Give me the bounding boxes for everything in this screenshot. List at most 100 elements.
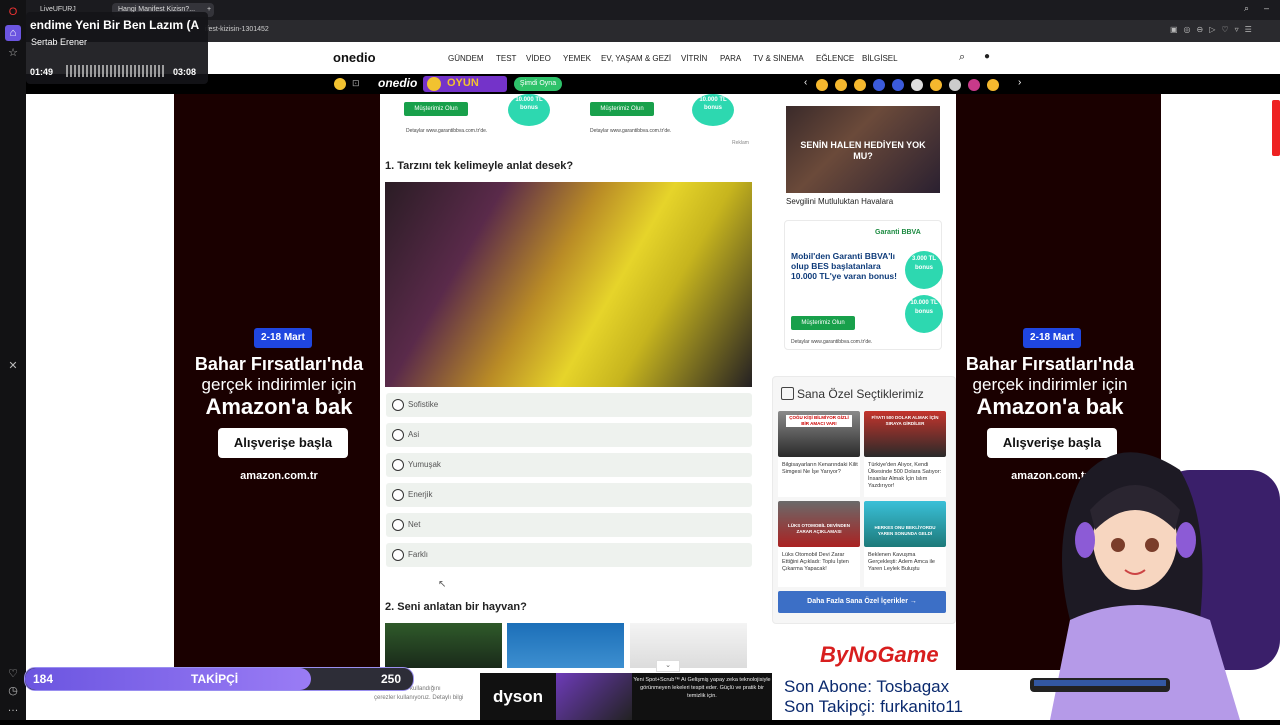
strip-game-label[interactable]: OYUN: [447, 77, 479, 89]
promo-image[interactable]: SENİN HALEN HEDİYEN YOK MU?: [786, 106, 940, 193]
nav-item-video[interactable]: VİDEO: [526, 54, 551, 63]
nav-item-para[interactable]: PARA: [720, 54, 741, 63]
pick-thumbnail: HERKES ONU BEKLİYORDU YAREN SONUNDA GELD…: [864, 501, 946, 547]
bynogame-logo[interactable]: ByNoGame: [820, 642, 939, 668]
ad-customer-button[interactable]: Müşterimiz Olun: [404, 102, 468, 116]
top-ad-left[interactable]: Müşterimiz Olun 10.000 TL bonus Detaylar…: [386, 94, 566, 144]
garanti-ad-text: Mobil'den Garanti BBVA'lı olup BES başla…: [791, 251, 897, 281]
answer-option[interactable]: Farklı: [386, 543, 752, 567]
play-now-button[interactable]: Şimdi Oyna: [514, 77, 562, 91]
left-side-ad[interactable]: 2-18 Mart Bahar Fırsatları'nda gerçek in…: [174, 94, 380, 670]
chevron-down-icon[interactable]: ⌄: [656, 660, 680, 672]
user-icon[interactable]: ●: [984, 51, 990, 62]
heart-icon[interactable]: ♡: [5, 666, 21, 682]
song-artist: Sertab Erener: [31, 37, 88, 47]
answer-option[interactable]: Asi: [386, 423, 752, 447]
pick-overlay: HERKES ONU BEKLİYORDU YAREN SONUNDA GELD…: [874, 525, 936, 536]
radio-button[interactable]: [392, 519, 404, 531]
minimize-icon[interactable]: –: [1264, 3, 1269, 13]
pick-overlay: FİYATI 500 DOLAR ALMAK İÇİN SIRAYA GİRDİ…: [871, 415, 939, 426]
answer-option-label: Net: [408, 520, 421, 529]
more-icon[interactable]: …: [5, 700, 21, 716]
game-icon[interactable]: [334, 78, 346, 90]
search-icon[interactable]: ⌕: [959, 51, 965, 64]
dyson-product-image: [556, 673, 632, 720]
nav-item-bilgisel[interactable]: BİLGİSEL: [862, 54, 898, 63]
opera-logo-icon[interactable]: O: [5, 4, 21, 20]
follower-label: TAKİPÇİ: [191, 672, 239, 686]
chevron-left-icon[interactable]: ‹: [804, 77, 807, 88]
pick-thumbnail: ÇOĞU KİŞİ BİLMİYOR GİZLİ BİR AMACI VAR!: [778, 411, 860, 457]
radio-button[interactable]: [392, 429, 404, 441]
question-1-title: 1. Tarzını tek kelimeyle anlat desek?: [385, 160, 574, 172]
question-2-title: 2. Seni anlatan bir hayvan?: [385, 601, 527, 613]
ad-date-pill: 2-18 Mart: [1023, 328, 1081, 348]
answer-image-swan[interactable]: [507, 623, 624, 668]
ad-fineprint: Detaylar www.garantibbva.com.tr'de.: [406, 128, 488, 134]
nav-item-test[interactable]: TEST: [496, 54, 516, 63]
garanti-bubble-2: 10.000 TL bonus: [905, 295, 943, 333]
answer-option[interactable]: Net: [386, 513, 752, 537]
ad-tag: Reklam: [732, 140, 749, 146]
promo-title[interactable]: Sevgilini Mutluluktan Havalara: [786, 197, 893, 206]
cookie-text-2[interactable]: çerezler kullanıyoruz. Detaylı bilgi: [374, 695, 463, 701]
ad-shop-button[interactable]: Alışverişe başla: [218, 428, 348, 458]
ad-line-2: gerçek indirimler için: [972, 375, 1128, 394]
url-text[interactable]: ifest-kizisin-1301452: [205, 26, 269, 33]
strip-logo[interactable]: onedio: [378, 76, 417, 90]
top-ad-right[interactable]: Müşterimiz Olun 10.000 TL bonus Detaylar…: [570, 94, 750, 146]
pick-text: Beklenen Kavuşma Gerçekleşti: Adem Amca …: [868, 552, 935, 572]
song-title: endime Yeni Bir Ben Lazım (A: [30, 18, 200, 32]
answer-image-cat[interactable]: [630, 623, 747, 668]
garanti-customer-button[interactable]: Müşterimiz Olun: [791, 316, 855, 330]
star-icon[interactable]: ☆: [5, 45, 21, 61]
streamer-avatar: [1010, 440, 1280, 720]
radio-button[interactable]: [392, 549, 404, 561]
nav-item-vitrin[interactable]: VİTRİN: [681, 54, 707, 63]
answer-option-label: Asi: [408, 430, 420, 439]
radio-button[interactable]: [392, 459, 404, 471]
pick-card[interactable]: FİYATI 500 DOLAR ALMAK İÇİN SIRAYA GİRDİ…: [864, 411, 946, 497]
ad-customer-button[interactable]: Müşterimiz Olun: [590, 102, 654, 116]
nav-item-ev-yasam[interactable]: EV, YAŞAM & GEZİ: [601, 54, 671, 63]
home-icon[interactable]: ⌂: [5, 25, 21, 41]
pick-card[interactable]: LÜKS OTOMOBİL DEVİNDEN ZARAR AÇIKLAMASI …: [778, 501, 860, 587]
answer-option[interactable]: Yumuşak: [386, 453, 752, 477]
question-1-image: [385, 182, 752, 387]
controller-icon[interactable]: ⊡: [352, 78, 360, 89]
scrollbar-marker[interactable]: [1272, 100, 1280, 156]
garanti-logo: Garanti BBVA: [875, 229, 921, 236]
nav-item-yemek[interactable]: YEMEK: [563, 54, 591, 63]
chevron-right-icon[interactable]: ›: [1018, 77, 1021, 88]
twitter-x-icon[interactable]: ✕: [5, 358, 21, 374]
answer-option[interactable]: Sofistike: [386, 393, 752, 417]
pick-text: Lüks Otomobil Devi Zarar Ettiğini Açıkla…: [782, 552, 849, 572]
waveform-progress[interactable]: [66, 65, 166, 77]
radio-button[interactable]: [392, 489, 404, 501]
address-bar[interactable]: ifest-kizisin-1301452 ▣◎⊖▷♡▿☰: [26, 20, 1280, 42]
follower-count: 184: [33, 672, 54, 686]
ad-line-1: Bahar Fırsatları'nda: [965, 354, 1135, 374]
last-subscriber: Son Abone: Tosbagax: [784, 677, 950, 696]
radio-button[interactable]: [392, 399, 404, 411]
nav-item-eglence[interactable]: EĞLENCE: [816, 54, 854, 63]
answer-option[interactable]: Enerjik: [386, 483, 752, 507]
amazon-logo: amazon.com.tr: [240, 470, 318, 482]
pick-card[interactable]: HERKES ONU BEKLİYORDU YAREN SONUNDA GELD…: [864, 501, 946, 587]
pick-card[interactable]: ÇOĞU KİŞİ BİLMİYOR GİZLİ BİR AMACI VAR! …: [778, 411, 860, 497]
garanti-ad[interactable]: Garanti BBVA Mobil'den Garanti BBVA'lı o…: [784, 220, 943, 350]
nav-item-gundem[interactable]: GÜNDEM: [448, 54, 484, 63]
ad-fineprint: Detaylar www.garantibbva.com.tr'de.: [590, 128, 672, 134]
nav-item-tv-sinema[interactable]: TV & SİNEMA: [753, 54, 804, 63]
pick-text: Bilgisayarların Kenarındaki Kilit Simges…: [782, 462, 858, 475]
ad-line-2: gerçek indirimler için: [201, 375, 357, 394]
address-bar-tools-icon[interactable]: ▣◎⊖▷♡▿☰: [1170, 25, 1258, 34]
search-icon[interactable]: ⌕: [1244, 3, 1249, 14]
answer-image-gorilla[interactable]: [385, 623, 502, 668]
last-follower: Son Takipçi: furkanito11: [784, 697, 963, 716]
site-logo[interactable]: onedio: [333, 50, 376, 65]
emoji-reactions: [816, 78, 1016, 91]
browser-sidebar: O ⌂ ☆ ✕ ♡ ◷ …: [0, 0, 26, 720]
history-icon[interactable]: ◷: [5, 683, 21, 699]
more-picks-button[interactable]: Daha Fazla Sana Özel İçerikler →: [778, 591, 946, 613]
